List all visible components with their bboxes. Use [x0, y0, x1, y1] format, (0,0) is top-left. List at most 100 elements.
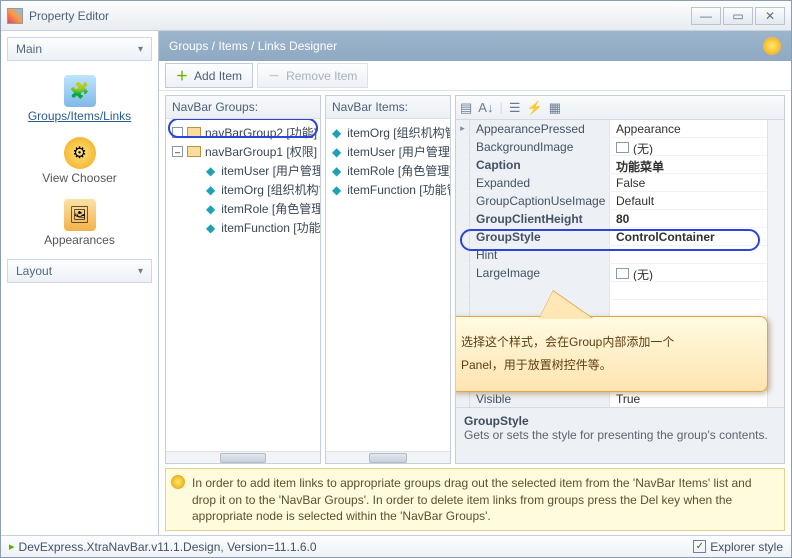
list-item[interactable]: ◆itemUser [用户管理]	[328, 142, 448, 161]
checkbox-label: Explorer style	[710, 540, 783, 554]
property-value[interactable]: Default	[610, 192, 784, 210]
expand-icon	[456, 264, 470, 282]
appearances-icon: 🖼	[64, 199, 96, 231]
expand-icon	[456, 228, 470, 246]
sidebar-main-label: Main	[16, 42, 42, 56]
property-value[interactable]: Appearance	[610, 120, 784, 138]
expand-icon	[456, 192, 470, 210]
groups-tree[interactable]: navBarGroup2 [功能]–navBarGroup1 [权限]◆item…	[166, 119, 320, 463]
sidebar-item-appearances[interactable]: 🖼 Appearances	[1, 191, 158, 253]
sidebar-item-viewchooser[interactable]: ⚙ View Chooser	[1, 129, 158, 191]
tree-item-label: itemFunction [功能管理]	[221, 219, 320, 236]
viewchooser-icon: ⚙	[64, 137, 96, 169]
property-description: GroupStyle Gets or sets the style for pr…	[456, 407, 784, 463]
groups-icon: 🧩	[64, 75, 96, 107]
property-value[interactable]: False	[610, 174, 784, 192]
property-row[interactable]: GroupClientHeight80	[456, 210, 784, 228]
tree-item[interactable]: ◆itemUser [用户管理]	[168, 161, 318, 180]
property-row[interactable]: BackgroundImage(无)	[456, 138, 784, 156]
property-value[interactable]: 功能菜单	[610, 156, 784, 174]
property-value[interactable]: (无)	[610, 138, 784, 156]
property-name: Expanded	[470, 174, 610, 192]
property-value[interactable]: (无)	[610, 264, 784, 282]
chevron-down-icon: ▾	[138, 44, 143, 55]
property-value[interactable]: ControlContainer	[610, 228, 784, 246]
alphabetical-icon[interactable]: A↓	[478, 100, 493, 115]
list-item[interactable]: ◆itemRole [角色管理]	[328, 161, 448, 180]
divider: |	[499, 100, 502, 115]
minimize-button[interactable]: —	[691, 7, 721, 25]
property-value[interactable]: 80	[610, 210, 784, 228]
properties-icon[interactable]: ☰	[509, 100, 521, 116]
property-grid-panel: ▤ A↓ | ☰ ⚡ ▦ ▸AppearancePressedAppearanc…	[455, 95, 785, 464]
property-row[interactable]: Hint	[456, 246, 784, 264]
property-grid[interactable]: ▸AppearancePressedAppearanceBackgroundIm…	[456, 120, 784, 407]
property-row[interactable]: Caption功能菜单	[456, 156, 784, 174]
list-item[interactable]: ◆itemFunction [功能管理]	[328, 180, 448, 199]
categorized-icon[interactable]: ▤	[460, 100, 472, 116]
leaf-box-icon[interactable]	[172, 127, 183, 138]
tree-item-label: itemRole [角色管理]	[221, 200, 320, 217]
list-item[interactable]: ◆itemOrg [组织机构管理]	[328, 123, 448, 142]
property-name: BackgroundImage	[470, 138, 610, 156]
property-value[interactable]	[610, 246, 784, 264]
property-row[interactable]	[456, 282, 784, 300]
property-row[interactable]: ExpandedFalse	[456, 174, 784, 192]
swatch-icon	[616, 268, 629, 279]
item-diamond-icon: ◆	[206, 183, 215, 197]
titlebar[interactable]: Property Editor — ▭ ✕	[1, 1, 791, 31]
tree-item[interactable]: navBarGroup2 [功能]	[168, 123, 318, 142]
tree-item[interactable]: ◆itemRole [角色管理]	[168, 199, 318, 218]
property-name: AppearancePressed	[470, 120, 610, 138]
property-row[interactable]: GroupCaptionUseImageDefault	[456, 192, 784, 210]
sidebar-section-main[interactable]: Main ▾	[7, 37, 152, 61]
sidebar-item-groups[interactable]: 🧩 Groups/Items/Links	[1, 67, 158, 129]
window-title: Property Editor	[29, 9, 691, 23]
hint-bulb-icon[interactable]	[763, 37, 781, 55]
property-row[interactable]: ▸AppearancePressedAppearance	[456, 120, 784, 138]
property-row[interactable]: LargeImage(无)	[456, 264, 784, 282]
h-scrollbar[interactable]	[166, 451, 320, 463]
tree-item[interactable]: ◆itemFunction [功能管理]	[168, 218, 318, 237]
explorer-style-checkbox[interactable]: ✓ Explorer style	[693, 540, 783, 554]
maximize-button[interactable]: ▭	[723, 7, 753, 25]
app-icon	[7, 8, 23, 24]
assembly-label: DevExpress.XtraNavBar.v11.1.Design, Vers…	[19, 540, 317, 554]
events-icon[interactable]: ⚡	[527, 100, 543, 116]
property-value[interactable]: True	[610, 390, 784, 407]
expand-icon	[456, 156, 470, 174]
collapse-box-icon[interactable]: –	[172, 146, 183, 157]
property-name: GroupClientHeight	[470, 210, 610, 228]
property-row[interactable]: GroupStyleControlContainer	[456, 228, 784, 246]
h-scrollbar[interactable]	[326, 451, 450, 463]
sidebar-section-layout[interactable]: Layout ▾	[7, 259, 152, 283]
tree-item[interactable]: ◆ itemOrg [组织机构管理]	[168, 180, 318, 199]
expand-icon	[456, 390, 470, 407]
tree-item[interactable]: – navBarGroup1 [权限]	[168, 142, 318, 161]
property-row[interactable]: VisibleTrue	[456, 390, 784, 407]
sidebar-item-label: Groups/Items/Links	[28, 109, 131, 123]
expand-icon	[456, 174, 470, 192]
pages-icon[interactable]: ▦	[549, 100, 561, 116]
chevron-down-icon: ▾	[138, 266, 143, 277]
hint-box: In order to add item links to appropriat…	[165, 468, 785, 531]
plus-icon: ＋	[176, 67, 188, 84]
panel-title: NavBar Groups:	[166, 96, 320, 119]
grid-toolbar: ▤ A↓ | ☰ ⚡ ▦	[456, 96, 784, 120]
add-item-label: Add Item	[194, 69, 242, 83]
hint-text: In order to add item links to appropriat…	[192, 476, 752, 522]
items-list[interactable]: ◆itemOrg [组织机构管理]◆itemUser [用户管理]◆itemRo…	[326, 119, 450, 463]
add-item-button[interactable]: ＋ Add Item	[165, 63, 253, 88]
tree-item-label: navBarGroup1 [权限]	[205, 143, 317, 160]
list-item-label: itemFunction [功能管理]	[347, 181, 450, 198]
bulb-icon	[171, 475, 185, 489]
expand-icon	[456, 210, 470, 228]
close-button[interactable]: ✕	[755, 7, 785, 25]
v-scrollbar[interactable]	[767, 120, 784, 407]
tree-item-label: itemOrg [组织机构管理]	[221, 181, 320, 198]
tree-item-label: itemUser [用户管理]	[221, 162, 320, 179]
sidebar-layout-label: Layout	[16, 264, 52, 278]
expand-icon[interactable]: ▸	[456, 120, 470, 138]
property-value[interactable]	[610, 282, 784, 300]
folder-icon	[187, 146, 201, 157]
